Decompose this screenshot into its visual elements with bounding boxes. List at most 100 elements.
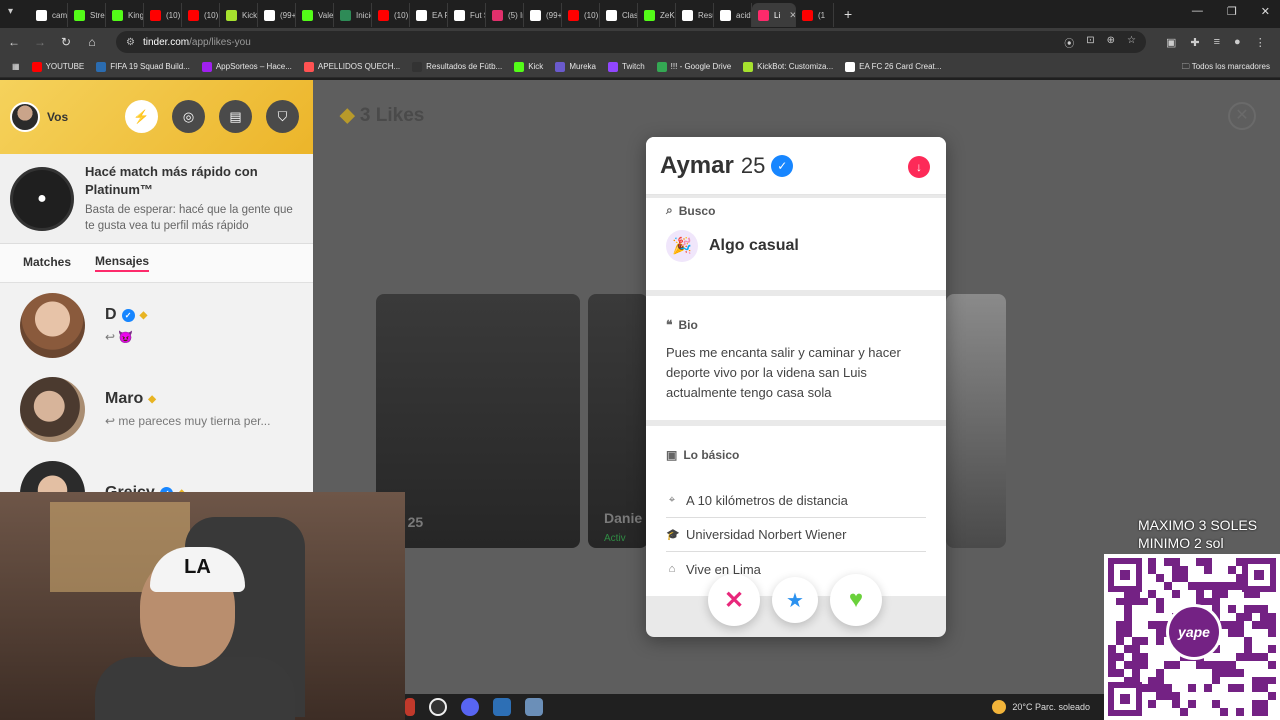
weather-widget[interactable]: 20°C Parc. soleado	[992, 700, 1090, 714]
work-icon[interactable]: ▤	[219, 100, 252, 133]
browser-tab[interactable]: (10) G	[144, 3, 182, 27]
window-controls: — ❐ ✕	[1192, 5, 1270, 18]
browser-tab[interactable]: (99+)	[258, 3, 296, 27]
browser-tab[interactable]: Stream	[68, 3, 106, 27]
tab-label: KickB	[242, 10, 258, 20]
address-bar[interactable]: ⚙ tinder.com/app/likes-you ⦿ ⊡ ⊕ ☆	[116, 31, 1146, 53]
browser-tab[interactable]: Kingt	[106, 3, 144, 27]
like-card[interactable]	[946, 294, 1006, 548]
avatar	[20, 292, 85, 358]
profile-icon[interactable]: ●	[1234, 36, 1241, 49]
platinum-promo[interactable]: ● Hacé match más rápido con Platinum™ Ba…	[0, 154, 313, 244]
browser-tab[interactable]: (10) G	[182, 3, 220, 27]
safety-shield-icon[interactable]: ⛉	[266, 100, 299, 133]
browser-tab[interactable]: (1	[796, 3, 834, 27]
browser-tab[interactable]: (10) A	[372, 3, 410, 27]
all-bookmarks[interactable]: 🗀 Todos los marcadores	[1182, 61, 1270, 75]
bookmark[interactable]: FIFA 19 Squad Build...	[90, 61, 196, 72]
nope-button[interactable]: ✕	[708, 574, 760, 626]
donate-max: MAXIMO 3 SOLES	[1138, 517, 1258, 533]
app-icon[interactable]	[493, 698, 511, 716]
site-info-icon[interactable]: ⚙	[126, 37, 135, 48]
browser-tab[interactable]: camb	[30, 3, 68, 27]
app-icon[interactable]	[525, 698, 543, 716]
bookmark[interactable]: Resultados de Fútb...	[406, 61, 508, 72]
super-like-button[interactable]: ★	[772, 577, 818, 623]
tab-messages[interactable]: Mensajes	[95, 254, 150, 272]
promo-title: Hacé match más rápido con Platinum™	[85, 164, 258, 197]
profile-modal: Aymar 25 ✓ ↓ ⌕ Busco 🎉 Algo casual ❝ Bio P…	[646, 137, 946, 637]
new-tab-button[interactable]: +	[834, 6, 862, 22]
flame-icon: ●	[10, 166, 74, 231]
app-icon[interactable]	[405, 698, 415, 716]
location-icon[interactable]: ⦿	[1064, 35, 1074, 50]
bookmark-label: AppSorteos – Hace...	[215, 62, 292, 71]
match-name: Maro	[105, 390, 144, 407]
bookmark-star-icon[interactable]: ☆	[1127, 35, 1136, 50]
browser-tab[interactable]: Fut St	[448, 3, 486, 27]
browser-tab[interactable]: Clash	[600, 3, 638, 27]
browser-tab[interactable]: (5) Ins	[486, 3, 524, 27]
bookmark-favicon-icon	[555, 61, 566, 72]
browser-tab[interactable]: EA FC	[410, 3, 448, 27]
likes-title-text: 3 Likes	[359, 105, 425, 126]
browser-tab[interactable]: Li ✕	[752, 3, 796, 27]
install-icon[interactable]: ⊡	[1086, 35, 1094, 50]
browser-tab[interactable]: KickB	[220, 3, 258, 27]
browser-tab[interactable]: Resul	[676, 3, 714, 27]
extensions-puzzle-icon[interactable]: ✚	[1190, 36, 1199, 49]
bookmark[interactable]: Kick	[508, 61, 549, 72]
close-icon[interactable]: ✕	[1228, 102, 1256, 130]
close-tab-icon[interactable]: ✕	[789, 10, 795, 21]
like-button[interactable]: ♥	[830, 574, 882, 626]
reload-icon[interactable]: ↻	[54, 35, 78, 49]
tab-label: EA FC	[432, 10, 447, 20]
list-item[interactable]: Maro ◆ ↩ me pareces muy tierna per...	[0, 367, 313, 451]
minimize-icon[interactable]: —	[1192, 5, 1203, 18]
media-icon[interactable]: ≡	[1214, 36, 1220, 49]
extension-icon[interactable]: ▣	[1166, 36, 1176, 49]
home-icon: ⌂	[668, 563, 676, 575]
user-name[interactable]: Vos	[47, 110, 68, 124]
boost-icon[interactable]: ⚡	[125, 100, 158, 133]
restore-icon[interactable]: ❐	[1227, 5, 1237, 18]
bookmark[interactable]: Twitch	[602, 61, 651, 72]
bookmark-label: Kick	[528, 62, 544, 71]
obs-icon[interactable]	[429, 698, 447, 716]
collapse-profile-button[interactable]: ↓	[908, 156, 930, 178]
basics-section: ▣ Lo básico ⌖ A 10 kilómetros de distancia…	[646, 426, 946, 596]
browser-tab[interactable]: acido	[714, 3, 752, 27]
browser-tab[interactable]: (99+)	[524, 3, 562, 27]
like-card[interactable]: a, 25	[376, 294, 580, 548]
tab-search-icon[interactable]: ▾	[8, 6, 24, 22]
bookmark[interactable]: EA FC 26 Card Creat...	[839, 61, 947, 72]
bookmark[interactable]: KickBot: Customiza...	[737, 61, 839, 72]
bookmark[interactable]: AppSorteos – Hace...	[196, 61, 298, 72]
menu-icon[interactable]: ⋮	[1255, 36, 1266, 49]
tab-label: Fut St	[470, 10, 485, 20]
bookmark[interactable]: APELLIDOS QUECH...	[298, 61, 406, 72]
close-window-icon[interactable]: ✕	[1261, 5, 1270, 18]
bookmark[interactable]: YOUTUBE	[26, 61, 91, 72]
tab-favicon-icon	[530, 9, 541, 21]
browser-tab[interactable]: (10) B	[562, 3, 600, 27]
avatar[interactable]	[10, 102, 40, 132]
explore-icon[interactable]: ◎	[172, 100, 205, 133]
forward-icon[interactable]: →	[28, 35, 52, 49]
id-card-icon: ▣	[666, 448, 678, 462]
tab-favicon-icon	[226, 9, 237, 21]
like-card[interactable]: Danie Activ	[588, 294, 648, 548]
zoom-icon[interactable]: ⊕	[1107, 35, 1115, 50]
bookmark[interactable]: Mureka	[549, 61, 602, 72]
bookmark[interactable]: !!! - Google Drive	[651, 61, 737, 72]
home-icon[interactable]: ⌂	[80, 35, 104, 49]
tab-matches[interactable]: Matches	[23, 255, 71, 271]
browser-tab[interactable]: Inicio	[334, 3, 372, 27]
back-icon[interactable]: ←	[2, 35, 26, 49]
apps-icon[interactable]: ▦	[6, 62, 26, 71]
browser-tab[interactable]: ZeKo	[638, 3, 676, 27]
browser-tab[interactable]: Valery	[296, 3, 334, 27]
discord-icon[interactable]	[461, 698, 479, 716]
tab-label: Clash	[622, 10, 638, 20]
list-item[interactable]: D ✓ ◆ ↩ 😈	[0, 283, 313, 367]
